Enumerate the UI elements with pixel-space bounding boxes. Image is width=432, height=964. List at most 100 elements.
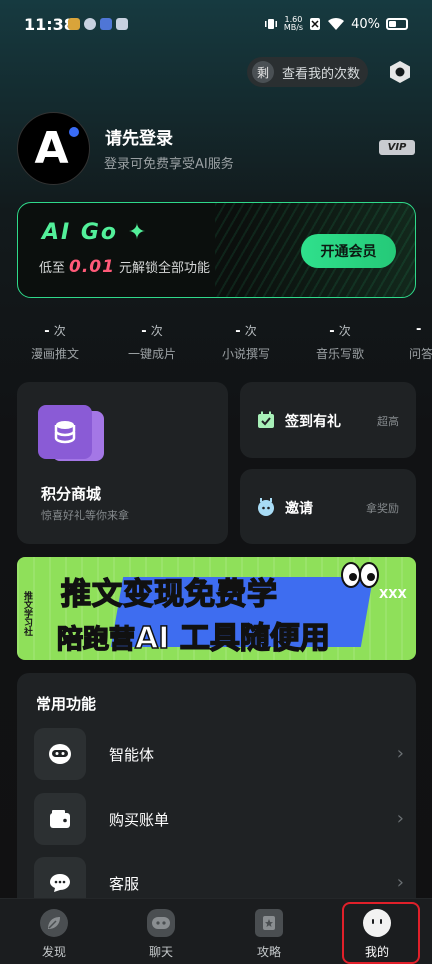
invite-card[interactable]: 邀请 拿奖励 xyxy=(240,469,416,544)
calendar-check-icon xyxy=(258,411,274,428)
wifi-icon xyxy=(328,17,345,30)
baidu-notification-icon xyxy=(100,18,112,30)
tab-highlight-outline xyxy=(342,902,420,964)
chevron-right-icon: › xyxy=(396,743,404,764)
tab-guide[interactable]: 攻略 xyxy=(239,909,299,960)
speed-unit: MB/s xyxy=(283,23,304,32)
quota-count: -次 xyxy=(300,322,380,340)
quota-item[interactable]: - 问答 xyxy=(396,322,432,362)
vip-price: 0.01 xyxy=(69,257,115,277)
network-speed: 1.60 MB/s xyxy=(284,16,303,32)
quota-count: - xyxy=(396,322,432,340)
function-label: 客服 xyxy=(109,875,140,893)
quota-label: 一键成片 xyxy=(127,347,176,361)
desc-suffix: 元解锁全部功能 xyxy=(118,261,210,276)
banner-headline-2: 陪跑营AI 工具随便用 xyxy=(56,613,330,657)
quota-value: - xyxy=(44,324,50,339)
headline-part-c: 陪跑营 xyxy=(56,624,136,656)
common-functions-title: 常用功能 xyxy=(36,695,97,713)
quota-label: 问答 xyxy=(409,347,432,361)
points-shop-card[interactable]: 积分商城 惊喜好礼等你来拿 xyxy=(17,382,228,544)
status-right: 1.60 MB/s 40% xyxy=(264,16,408,32)
function-label: 智能体 xyxy=(109,746,155,764)
vibrate-icon xyxy=(264,19,277,29)
robot-face-icon xyxy=(258,498,274,516)
promo-banner[interactable]: 推文学习社 推文变现免费学 陪跑营AI 工具随便用 XXX xyxy=(17,557,416,660)
checkin-title: 签到有礼 xyxy=(285,414,341,430)
invite-tag: 拿奖励 xyxy=(366,502,399,515)
quota-unit: 次 xyxy=(150,324,163,338)
common-functions-panel: 常用功能 智能体 › 购买账单 › 客服 › xyxy=(17,673,416,913)
usage-quota-row: - 次漫画推文 - 次一键成片 - 次小说撰写 - 次音乐写歌 - 问答 xyxy=(0,322,432,364)
function-label: 购买账单 xyxy=(109,811,170,829)
quota-count: -次 xyxy=(15,322,95,340)
quota-unit: 次 xyxy=(53,324,66,338)
weibo-notification-icon xyxy=(68,18,80,30)
quota-value: - xyxy=(141,324,147,339)
quota-label: 漫画推文 xyxy=(30,347,79,361)
bookmark-star-icon xyxy=(255,909,283,937)
coins-icon xyxy=(38,405,104,461)
avatar[interactable]: A xyxy=(17,112,90,185)
checkin-card[interactable]: 签到有礼 超高 xyxy=(240,382,416,458)
quota-label: 小说撰写 xyxy=(221,347,270,361)
vip-membership-card[interactable]: AI Go ✦ 低至 0.01 元解锁全部功能 开通会员 xyxy=(17,202,416,298)
cartoon-eyes-icon xyxy=(341,562,379,588)
battery-percent: 40% xyxy=(351,16,380,32)
banner-side-label: 推文学习社 xyxy=(22,591,32,636)
chevron-right-icon: › xyxy=(396,808,404,829)
function-item-bills[interactable]: 购买账单 › xyxy=(34,793,404,845)
tab-label: 聊天 xyxy=(148,945,173,959)
tab-discover[interactable]: 发现 xyxy=(24,909,84,960)
battery-icon xyxy=(386,18,408,30)
vip-tag: VIP xyxy=(379,140,415,155)
tab-label: 发现 xyxy=(41,945,66,959)
quota-label: 音乐写歌 xyxy=(315,347,364,361)
points-shop-subtitle: 惊喜好礼等你来拿 xyxy=(41,509,129,522)
login-prompt-subtitle: 登录可免费享受AI服务 xyxy=(104,157,234,172)
invite-title: 邀请 xyxy=(285,501,313,517)
sparkle-icon: ✦ xyxy=(127,220,149,245)
function-item-agent[interactable]: 智能体 › xyxy=(34,728,404,780)
quota-unit: 次 xyxy=(244,324,257,338)
notification-icons xyxy=(68,18,128,30)
quota-item[interactable]: - 次音乐写歌 xyxy=(300,322,380,362)
remaining-badge: 剩 xyxy=(252,61,274,83)
quota-item[interactable]: - 次小说撰写 xyxy=(206,322,286,362)
quota-value: - xyxy=(235,324,241,339)
avatar-letter: A xyxy=(34,123,69,174)
brand-text: AI Go xyxy=(42,220,119,245)
gamepad-chat-icon xyxy=(147,909,175,937)
vip-brand: AI Go ✦ xyxy=(42,220,148,245)
wallet-icon xyxy=(34,793,86,845)
quota-value: - xyxy=(329,324,335,339)
view-my-count-button[interactable]: 剩 查看我的次数 xyxy=(247,57,368,87)
open-membership-button[interactable]: 开通会员 xyxy=(301,234,396,268)
tab-label: 攻略 xyxy=(256,945,281,959)
quota-item[interactable]: - 次漫画推文 xyxy=(15,322,95,362)
settings-icon[interactable] xyxy=(387,59,413,85)
vip-description: 低至 0.01 元解锁全部功能 xyxy=(39,257,210,277)
headline-part-b: 免费学 xyxy=(184,576,278,613)
avatar-dot xyxy=(69,127,79,137)
no-sim-icon xyxy=(310,18,321,30)
quota-item[interactable]: - 次一键成片 xyxy=(112,322,192,362)
quota-unit: 次 xyxy=(338,324,351,338)
chevron-right-icon: › xyxy=(396,872,404,893)
view-my-count-label: 查看我的次数 xyxy=(282,66,361,82)
banner-decor-text: XXX xyxy=(379,587,407,601)
login-prompt-title[interactable]: 请先登录 xyxy=(105,124,173,149)
app-notification-icon-2 xyxy=(116,18,128,30)
banner-headline-1: 推文变现免费学 xyxy=(60,569,278,613)
robot-icon xyxy=(34,728,86,780)
quota-count: -次 xyxy=(206,322,286,340)
checkin-tag: 超高 xyxy=(377,415,399,428)
status-bar: 11:38 1.60 MB/s 40% xyxy=(0,0,432,50)
headline-part-d: AI 工具随便用 xyxy=(134,620,330,657)
app-notification-icon xyxy=(84,18,96,30)
tab-chat[interactable]: 聊天 xyxy=(131,909,191,960)
quota-count: -次 xyxy=(112,322,192,340)
desc-prefix: 低至 xyxy=(39,261,66,276)
headline-part-a: 推文变现 xyxy=(60,576,185,613)
quota-value: - xyxy=(416,322,422,337)
